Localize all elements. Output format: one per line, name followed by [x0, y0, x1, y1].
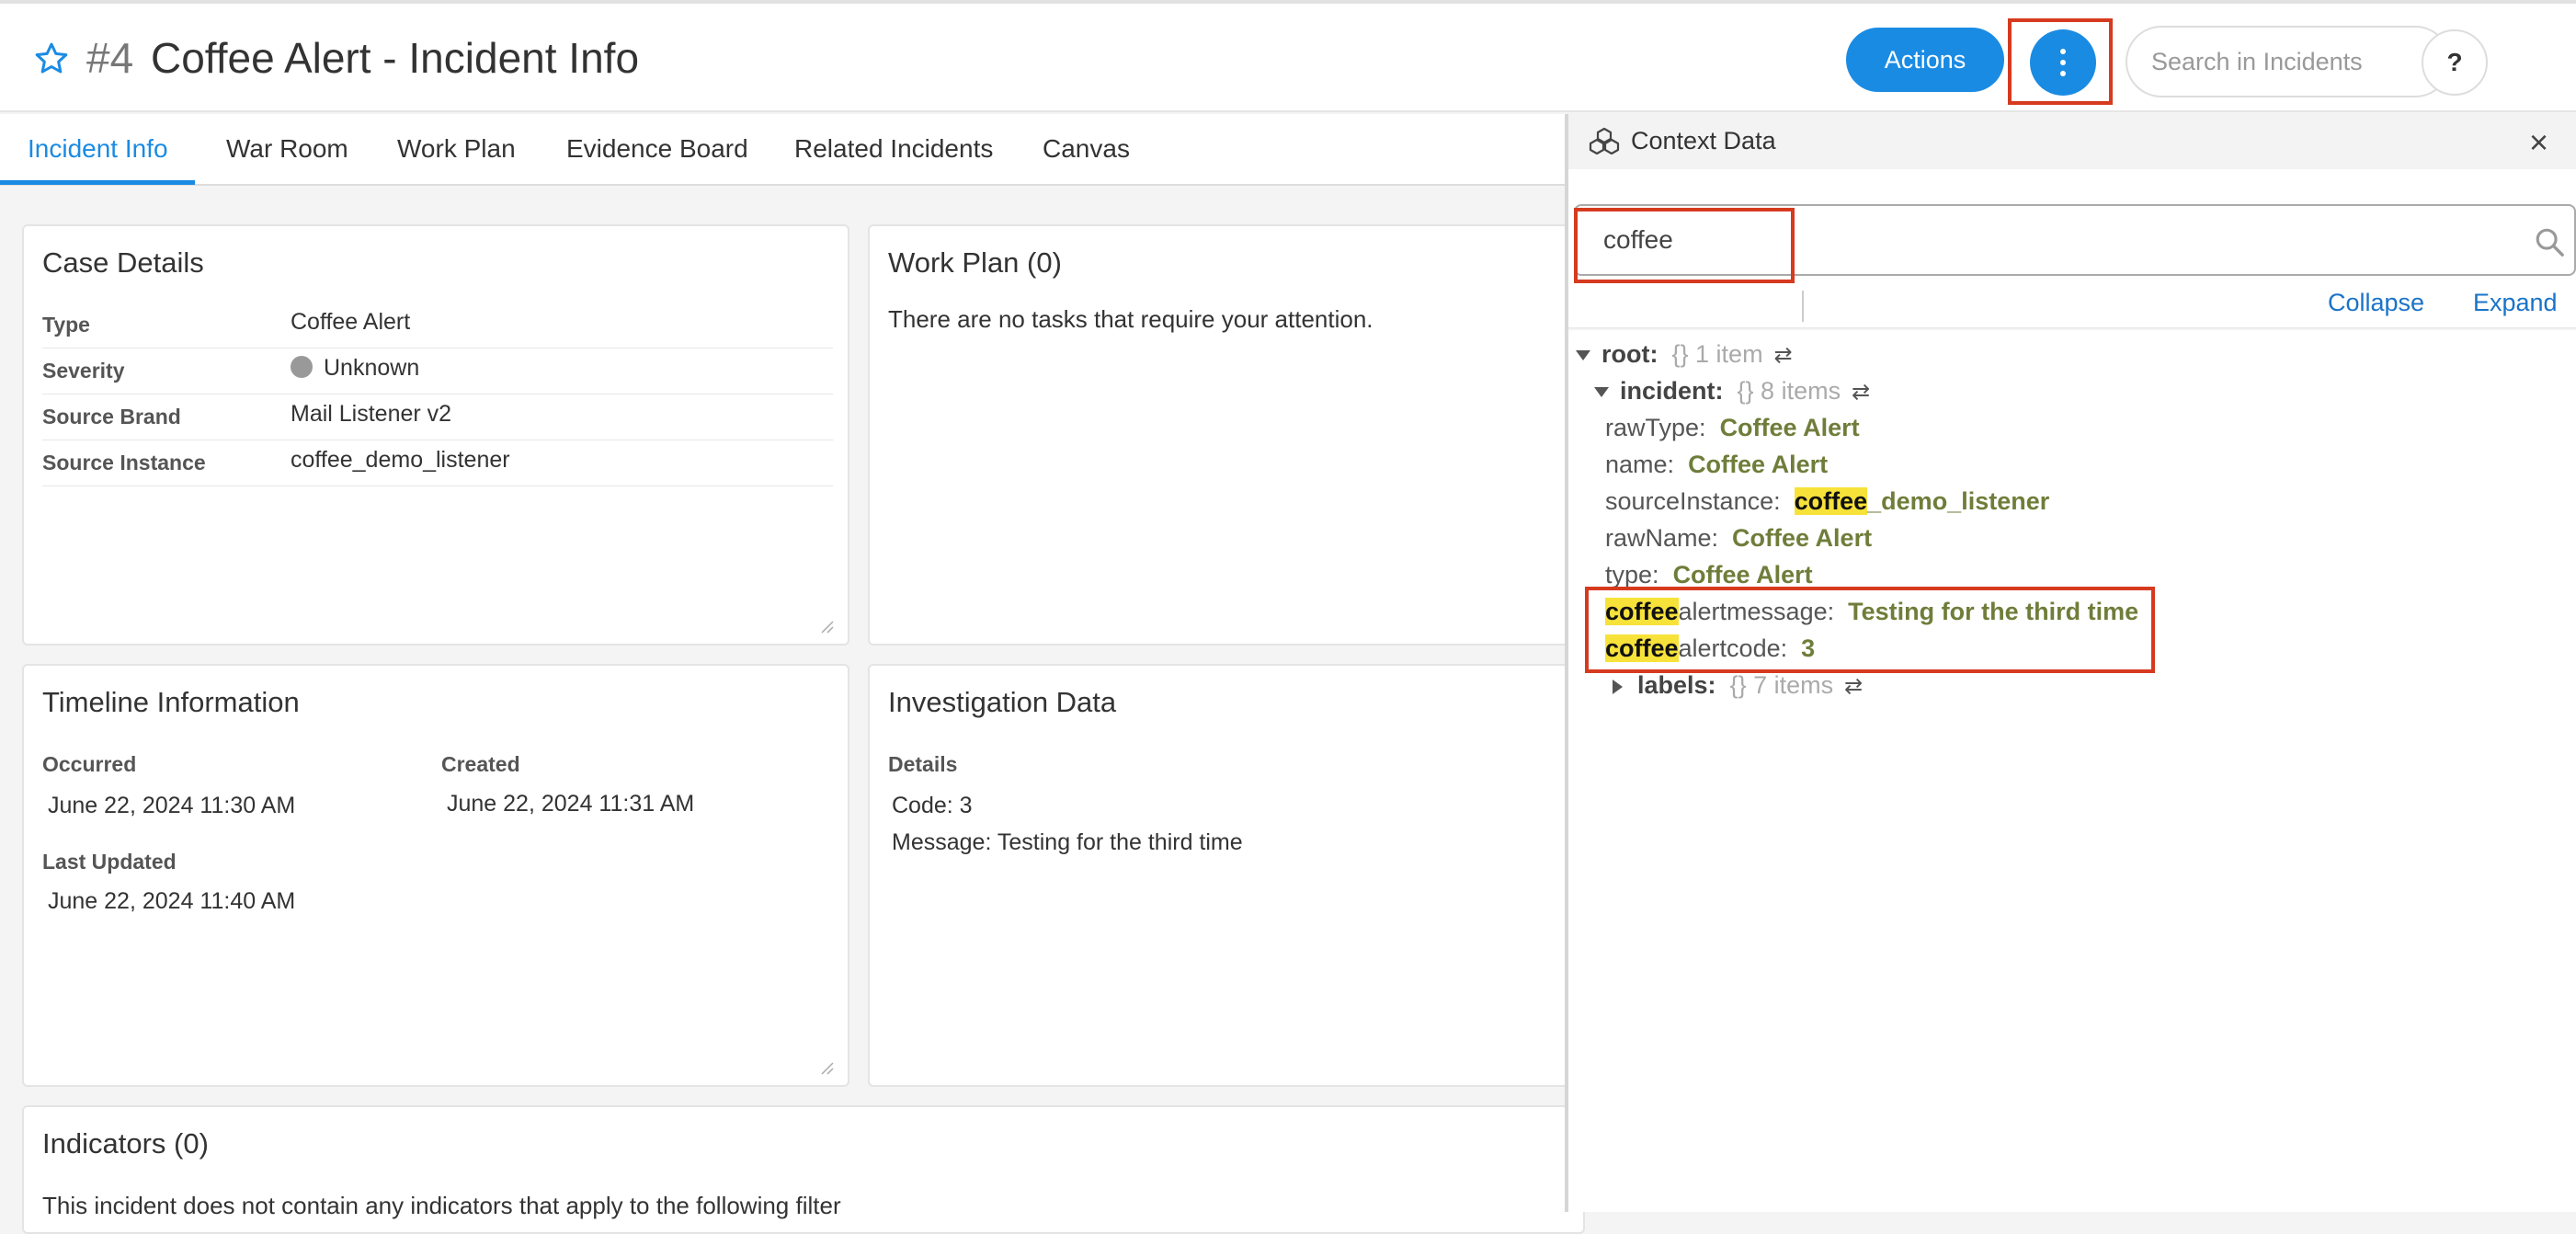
work-plan-card: Work Plan (0) There are no tasks that re… — [868, 224, 1585, 646]
source-brand-label: Source Brand — [42, 405, 181, 428]
tree-key: rawType: — [1605, 414, 1706, 441]
tab-evidence-board[interactable]: Evidence Board — [566, 134, 748, 164]
swap-icon[interactable]: ⇄ — [1844, 673, 1863, 700]
card-title: Timeline Information — [42, 686, 300, 718]
search-icon[interactable] — [2534, 226, 2565, 257]
actions-button[interactable]: Actions — [1846, 28, 2004, 92]
work-plan-message: There are no tasks that require your att… — [888, 305, 1373, 333]
card-title: Indicators (0) — [42, 1127, 209, 1160]
tree-leaf: name: Coffee Alert — [1605, 451, 1828, 479]
expand-link[interactable]: Expand — [2473, 289, 2558, 317]
tree-leaf: sourceInstance: coffee_demo_listener — [1605, 487, 2049, 516]
tree-value: Coffee Alert — [1688, 451, 1829, 478]
severity-label: Severity — [42, 359, 125, 383]
tree-leaf: type: Coffee Alert — [1605, 561, 1813, 589]
close-icon[interactable]: × — [2529, 123, 2548, 162]
investigation-code: Code: 3 — [892, 793, 973, 818]
tree-leaf: rawType: Coffee Alert — [1605, 414, 1860, 442]
panel-shadow — [1568, 327, 2576, 331]
occurred-value: June 22, 2024 11:30 AM — [48, 793, 296, 818]
tab-incident-info[interactable]: Incident Info — [28, 134, 168, 164]
caret-down-icon[interactable] — [1576, 350, 1590, 361]
search-incidents-input[interactable]: Search in Incidents — [2126, 26, 2451, 97]
card-title: Investigation Data — [888, 686, 1117, 718]
link-divider — [1802, 291, 1804, 322]
card-title: Work Plan (0) — [888, 246, 1062, 279]
details-label: Details — [888, 752, 958, 776]
investigation-data-card: Investigation Data Details Code: 3 Messa… — [868, 664, 1585, 1087]
help-button[interactable]: ? — [2422, 29, 2488, 96]
type-label: Type — [42, 313, 90, 337]
tree-node-root[interactable]: root: {} 1 item ⇄ — [1576, 340, 1793, 369]
incident-number: #4 — [86, 34, 134, 82]
swap-icon[interactable]: ⇄ — [1852, 379, 1870, 406]
severity-value-wrap: Unknown — [291, 355, 419, 382]
tab-canvas[interactable]: Canvas — [1043, 134, 1130, 164]
incident-header: #4 Coffee Alert - Incident Info Actions … — [0, 4, 2576, 112]
tree-value: _demo_listener — [1867, 487, 2050, 515]
search-highlight: coffee — [1794, 487, 1868, 515]
context-panel-title: Context Data — [1631, 127, 1776, 154]
tree-key: root: — [1601, 340, 1658, 368]
caret-right-icon[interactable] — [1613, 679, 1623, 694]
last-updated-value: June 22, 2024 11:40 AM — [48, 888, 296, 914]
tab-war-room[interactable]: War Room — [226, 134, 348, 164]
tree-key: sourceInstance: — [1605, 487, 1781, 515]
page-title: Coffee Alert - Incident Info — [151, 34, 640, 82]
active-tab-indicator — [0, 180, 195, 185]
occurred-label: Occurred — [42, 752, 137, 776]
bomb-icon — [291, 356, 313, 379]
case-details-card: Case Details Type Coffee Alert Severity … — [22, 224, 849, 646]
tree-value: Coffee Alert — [1719, 414, 1860, 441]
source-instance-label: Source Instance — [42, 451, 206, 474]
tree-key: type: — [1605, 561, 1659, 588]
collapse-link[interactable]: Collapse — [2328, 289, 2424, 317]
type-value: Coffee Alert — [291, 309, 411, 335]
tab-work-plan[interactable]: Work Plan — [397, 134, 516, 164]
resize-handle-icon[interactable] — [820, 1061, 835, 1076]
tree-meta: {} 7 items — [1729, 671, 1834, 699]
source-instance-value: coffee_demo_listener — [291, 447, 510, 473]
star-icon[interactable] — [33, 40, 70, 77]
annotation-highlight-box — [1585, 587, 2155, 673]
indicators-card: Indicators (0) This incident does not co… — [22, 1105, 1585, 1234]
tab-related-incidents[interactable]: Related Incidents — [794, 134, 993, 164]
investigation-message: Message: Testing for the third time — [892, 829, 1243, 855]
indicators-message: This incident does not contain any indic… — [42, 1192, 841, 1219]
tree-leaf: rawName: Coffee Alert — [1605, 524, 1872, 553]
created-value: June 22, 2024 11:31 AM — [447, 791, 695, 817]
tree-meta: {} 8 items — [1737, 377, 1841, 405]
card-title: Case Details — [42, 246, 204, 279]
tree-meta: {} 1 item — [1671, 340, 1763, 368]
severity-value: Unknown — [324, 355, 420, 381]
source-brand-value: Mail Listener v2 — [291, 401, 452, 427]
tree-value: Coffee Alert — [1672, 561, 1813, 588]
context-panel-header: Context Data × — [1568, 114, 2576, 169]
tree-key: labels: — [1637, 671, 1716, 699]
tree-key: name: — [1605, 451, 1675, 478]
tree-key: rawName: — [1605, 524, 1719, 552]
tree-node-labels[interactable]: labels: {} 7 items ⇄ — [1613, 671, 1863, 700]
tab-bar: Incident Info War Room Work Plan Evidenc… — [0, 114, 1565, 186]
caret-down-icon[interactable] — [1594, 387, 1609, 398]
tree-node-incident[interactable]: incident: {} 8 items ⇄ — [1594, 377, 1870, 406]
cubes-icon — [1589, 127, 1620, 154]
tree-value: Coffee Alert — [1732, 524, 1873, 552]
swap-icon[interactable]: ⇄ — [1774, 342, 1793, 369]
annotation-highlight-box — [2008, 18, 2113, 105]
created-label: Created — [441, 752, 520, 776]
annotation-highlight-box — [1574, 208, 1795, 283]
timeline-card: Timeline Information Occurred June 22, 2… — [22, 664, 849, 1087]
tree-key: incident: — [1620, 377, 1724, 405]
last-updated-label: Last Updated — [42, 850, 177, 874]
resize-handle-icon[interactable] — [820, 620, 835, 634]
